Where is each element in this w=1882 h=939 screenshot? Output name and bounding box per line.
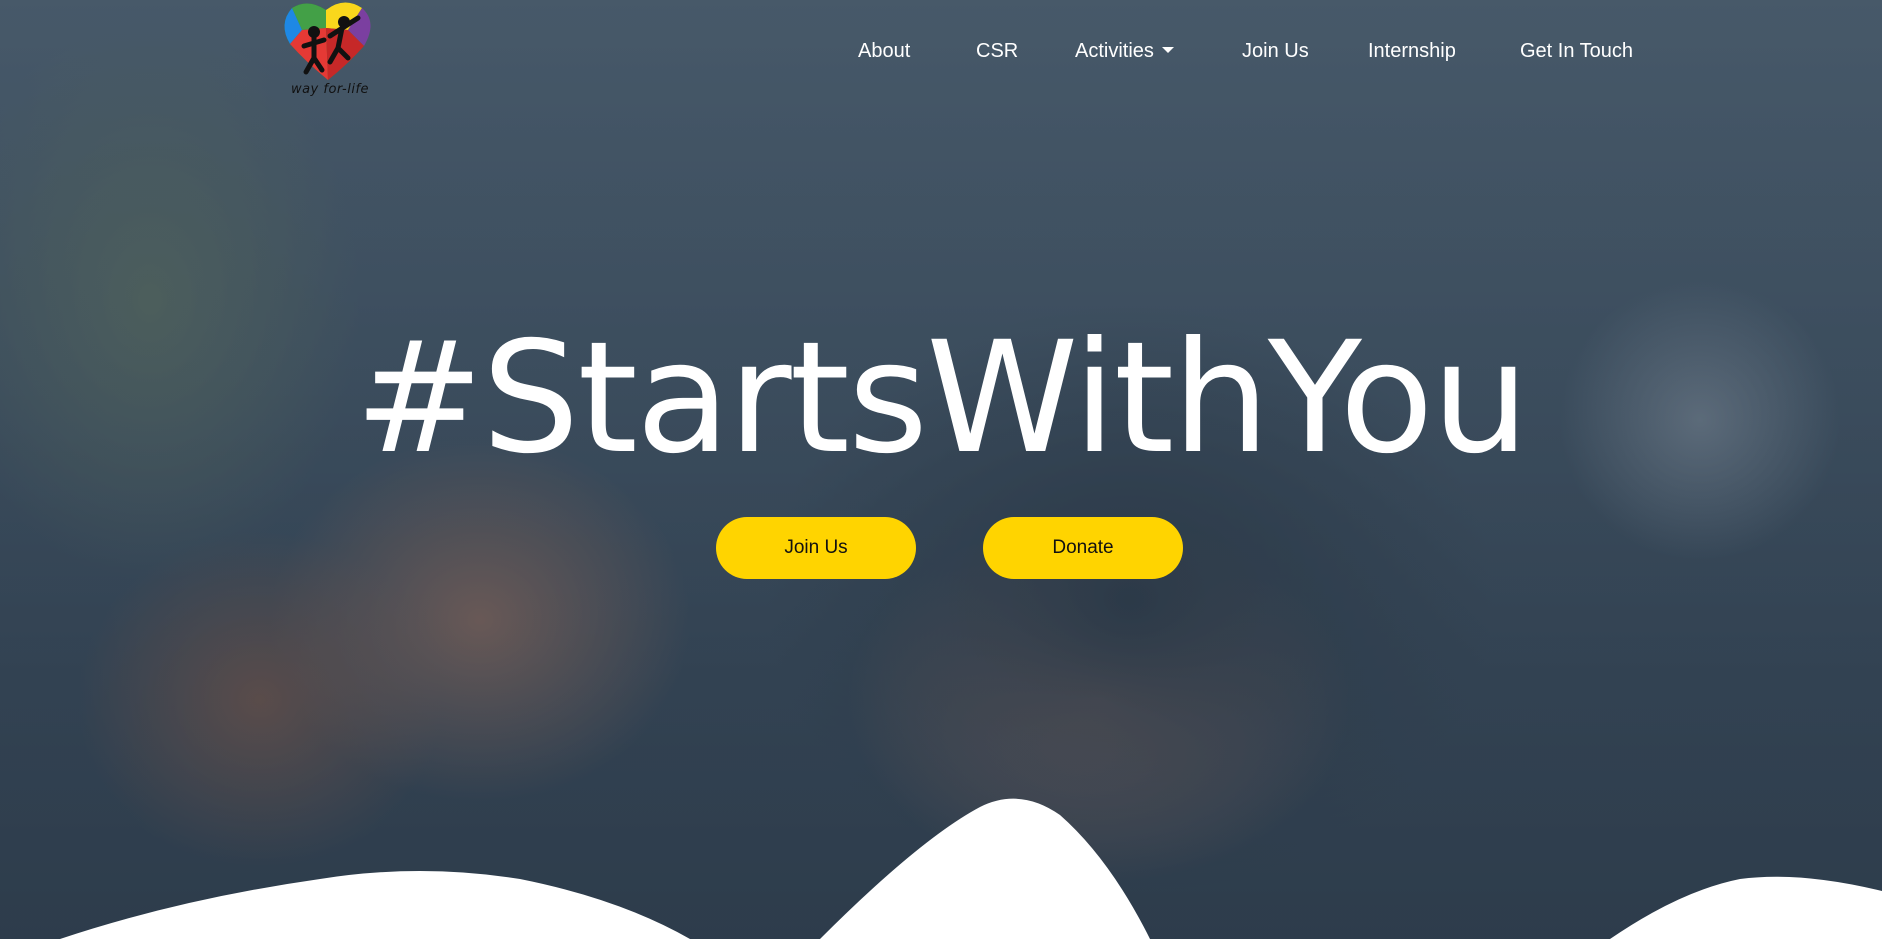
main-nav: About CSR Activities Join Us Internship … [0, 40, 1882, 66]
join-us-button[interactable]: Join Us [716, 517, 916, 579]
nav-item-csr[interactable]: CSR [976, 40, 1018, 63]
nav-item-join-us[interactable]: Join Us [1242, 40, 1309, 63]
nav-item-about[interactable]: About [858, 40, 910, 63]
nav-item-get-in-touch[interactable]: Get In Touch [1520, 40, 1633, 63]
nav-item-activities[interactable]: Activities [1075, 40, 1174, 63]
nav-item-activities-label: Activities [1075, 40, 1154, 62]
chevron-down-icon [1161, 46, 1174, 53]
logo-text: way for-life [290, 82, 370, 97]
nav-item-internship[interactable]: Internship [1368, 40, 1456, 63]
wave-divider [0, 798, 1882, 939]
donate-button[interactable]: Donate [983, 517, 1183, 579]
hero-headline: #StartsWithYou [354, 309, 1530, 488]
